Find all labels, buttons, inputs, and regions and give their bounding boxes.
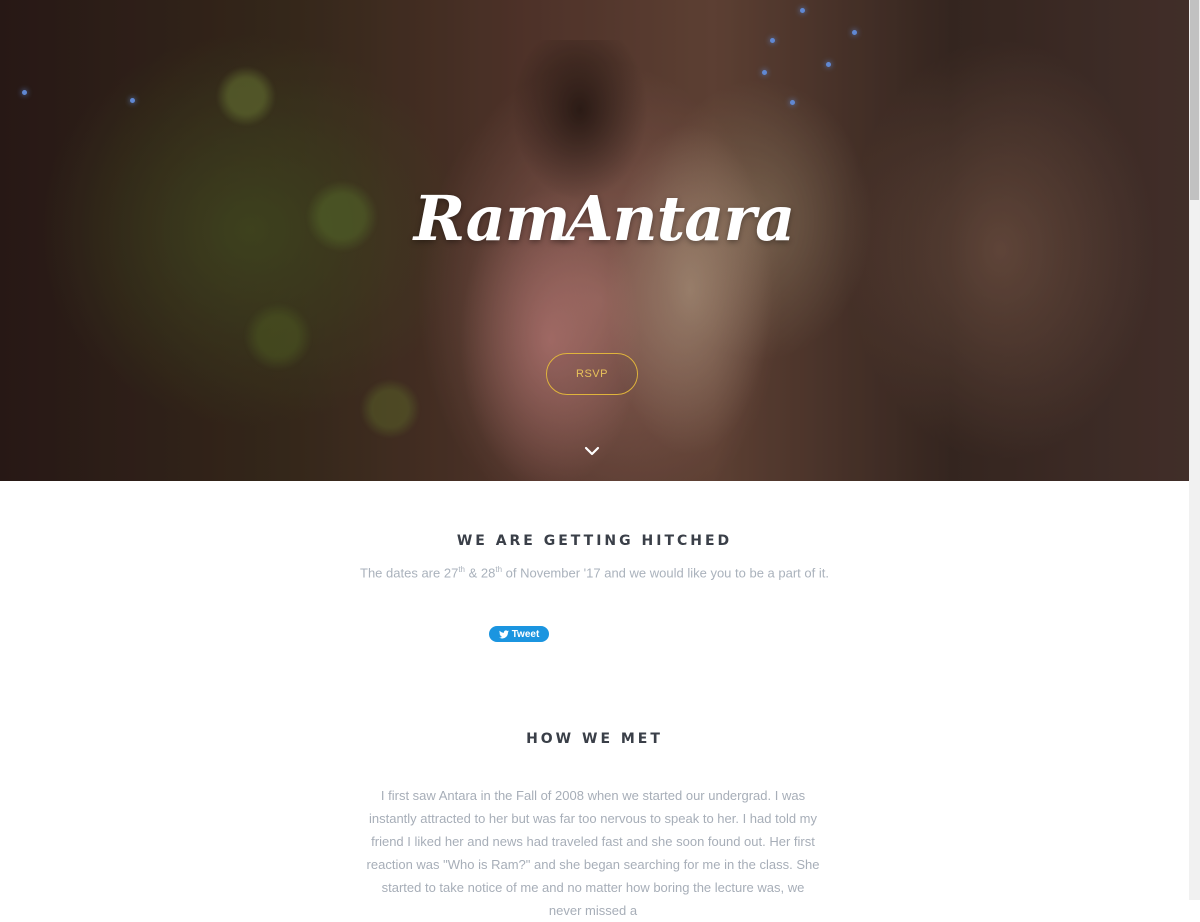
subtitle-suffix: of November '17 and we would like you to… — [502, 565, 829, 581]
title-name-ram: Ram — [413, 181, 571, 255]
chevron-down-icon[interactable] — [584, 444, 600, 458]
twitter-bird-icon — [498, 629, 509, 638]
subtitle-sup-1: th — [458, 565, 465, 574]
subtitle-prefix: The dates are 27 — [360, 565, 459, 581]
how-we-met-story: I first saw Antara in the Fall of 2008 w… — [366, 788, 820, 918]
hitched-subtitle: The dates are 27th & 28th of November '1… — [0, 565, 1189, 580]
couple-names-title: Ram Antara — [414, 168, 796, 268]
subtitle-sup-2: th — [495, 565, 503, 574]
tweet-button[interactable]: Tweet — [489, 626, 549, 642]
subtitle-mid: & 28 — [464, 565, 496, 581]
hero-section: Ram Antara RSVP — [0, 0, 1189, 481]
title-name-antara: Antara — [565, 181, 795, 255]
rsvp-button[interactable]: RSVP — [546, 353, 638, 395]
how-we-met-heading: HOW WE MET — [526, 731, 663, 747]
hitched-heading: WE ARE GETTING HITCHED — [456, 533, 733, 549]
scrollbar-thumb[interactable] — [1190, 0, 1199, 200]
rsvp-label: RSVP — [576, 368, 608, 380]
tweet-label: Tweet — [511, 628, 540, 640]
